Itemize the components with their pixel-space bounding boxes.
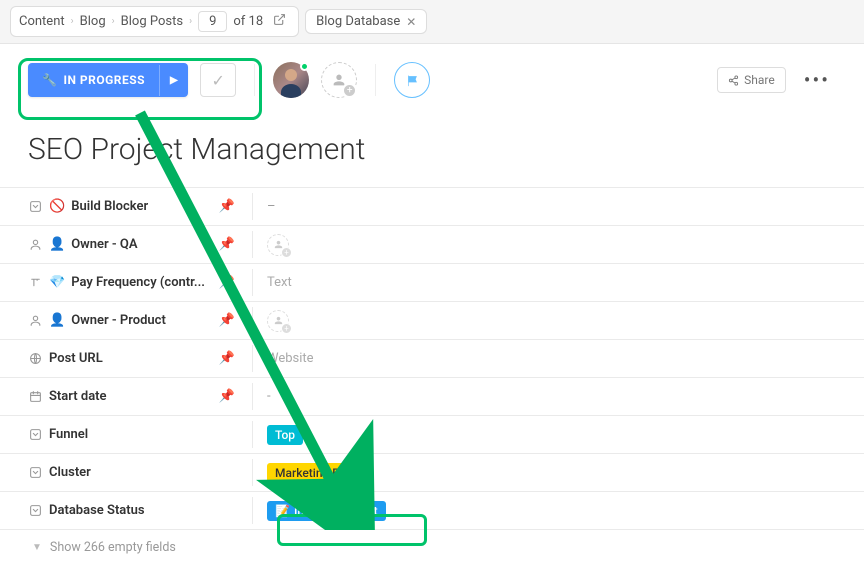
person-type-icon	[28, 313, 43, 328]
page-title[interactable]: SEO Project Management	[0, 108, 864, 187]
badge-emoji-icon: 📝	[275, 504, 290, 518]
field-emoji-icon: 💎	[49, 275, 65, 290]
field-emoji-icon: 🚫	[49, 199, 65, 214]
badge-label: Marketing PM	[275, 466, 350, 480]
status-badge[interactable]: Marketing PM	[267, 463, 358, 483]
field-value[interactable]: Text	[253, 269, 864, 296]
chevron-right-icon: ›	[112, 16, 115, 27]
pin-icon[interactable]: 📌	[218, 275, 242, 290]
field-value[interactable]: 📝 In Development	[253, 495, 864, 527]
show-empty-fields-button[interactable]: ▼ Show 266 empty fields	[0, 530, 864, 565]
field-label[interactable]: 🚫 Build Blocker 📌	[0, 193, 253, 220]
share-button[interactable]: Share	[717, 67, 786, 93]
chevron-down-icon: ▼	[32, 542, 42, 553]
priority-flag-button[interactable]	[394, 62, 430, 98]
fields-list: 🚫Build Blocker📌–👤Owner - QA📌+💎Pay Freque…	[0, 187, 864, 530]
pin-icon[interactable]: 📌	[218, 313, 242, 328]
close-icon[interactable]: ✕	[406, 15, 416, 29]
dropdown-type-icon	[28, 465, 43, 480]
pin-icon[interactable]: 📌	[218, 199, 242, 214]
field-row: Database Status 📝 In Development	[0, 492, 864, 530]
field-row: Funnel Top	[0, 416, 864, 454]
breadcrumb-item[interactable]: Blog Posts	[121, 14, 183, 29]
breadcrumb-item[interactable]: Content	[19, 14, 65, 29]
url-type-icon	[28, 351, 43, 366]
tag-label: Blog Database	[316, 14, 400, 29]
field-emoji-icon: 👤	[49, 237, 65, 252]
open-new-icon[interactable]	[269, 13, 290, 30]
field-name: Database Status	[49, 503, 212, 518]
field-name: Cluster	[49, 465, 212, 480]
dropdown-type-icon	[28, 199, 43, 214]
status-badge[interactable]: Top	[267, 425, 303, 445]
field-value[interactable]: +	[253, 304, 864, 338]
field-label[interactable]: Start date 📌	[0, 383, 253, 410]
field-value[interactable]: -	[253, 383, 864, 410]
field-row: 👤 Owner - QA 📌 +	[0, 226, 864, 264]
pin-icon[interactable]: 📌	[218, 389, 242, 404]
chevron-right-icon[interactable]: ▶	[159, 65, 188, 96]
person-type-icon	[28, 237, 43, 252]
assignee-avatar[interactable]	[273, 62, 309, 98]
breadcrumb-of-total: of 18	[233, 14, 263, 29]
divider	[375, 64, 376, 96]
badge-label: Top	[275, 428, 295, 442]
status-label: IN PROGRESS	[63, 73, 145, 87]
pin-icon[interactable]: 📌	[218, 351, 242, 366]
breadcrumb-bar: Content › Blog › Blog Posts › 9 of 18 Bl…	[0, 0, 864, 44]
tool-icon: 🔧	[42, 73, 57, 87]
show-empty-label: Show 266 empty fields	[50, 540, 176, 555]
field-name: Owner - Product	[71, 313, 212, 328]
date-type-icon	[28, 389, 43, 404]
field-name: Funnel	[49, 427, 212, 442]
share-label: Share	[744, 73, 775, 87]
field-row: 👤 Owner - Product 📌 +	[0, 302, 864, 340]
chevron-right-icon: ›	[71, 16, 74, 27]
toolbar: 🔧 IN PROGRESS ▶ ✓ + Share •••	[0, 44, 864, 108]
field-name: Owner - QA	[71, 237, 212, 252]
field-row: Post URL 📌 Website	[0, 340, 864, 378]
field-emoji-icon: 👤	[49, 313, 65, 328]
status-badge[interactable]: 📝 In Development	[267, 501, 386, 521]
field-name: Build Blocker	[71, 199, 212, 214]
badge-label: In Development	[294, 504, 378, 518]
dropdown-type-icon	[28, 503, 43, 518]
field-value[interactable]: Marketing PM	[253, 457, 864, 489]
field-label[interactable]: 👤 Owner - Product 📌	[0, 307, 253, 334]
breadcrumb[interactable]: Content › Blog › Blog Posts › 9 of 18	[10, 6, 299, 37]
online-dot-icon	[300, 62, 309, 71]
pin-icon[interactable]: 📌	[218, 237, 242, 252]
field-row: Start date 📌-	[0, 378, 864, 416]
add-person-icon[interactable]: +	[267, 310, 289, 332]
field-label[interactable]: 👤 Owner - QA 📌	[0, 231, 253, 258]
field-value[interactable]: Website	[253, 345, 864, 372]
field-label[interactable]: 💎 Pay Frequency (contr... 📌	[0, 269, 253, 296]
complete-button[interactable]: ✓	[200, 63, 236, 97]
field-value[interactable]: +	[253, 228, 864, 262]
breadcrumb-item[interactable]: Blog	[80, 14, 106, 29]
field-row: 🚫 Build Blocker 📌–	[0, 188, 864, 226]
status-button[interactable]: 🔧 IN PROGRESS ▶	[28, 63, 188, 97]
field-label[interactable]: Database Status	[0, 497, 253, 524]
field-value[interactable]: Top	[253, 419, 864, 451]
text-type-icon	[28, 275, 43, 290]
field-name: Start date	[49, 389, 212, 404]
add-person-icon[interactable]: +	[267, 234, 289, 256]
more-menu-button[interactable]: •••	[798, 70, 836, 90]
add-assignee-button[interactable]: +	[321, 62, 357, 98]
breadcrumb-page-number[interactable]: 9	[198, 11, 227, 32]
field-name: Pay Frequency (contr...	[71, 275, 212, 290]
field-row: 💎 Pay Frequency (contr... 📌 Text	[0, 264, 864, 302]
dropdown-type-icon	[28, 427, 43, 442]
field-label[interactable]: Cluster	[0, 459, 253, 486]
divider	[254, 64, 255, 96]
field-value[interactable]: –	[253, 193, 864, 220]
field-label[interactable]: Funnel	[0, 421, 253, 448]
tag-pill[interactable]: Blog Database ✕	[305, 9, 427, 34]
field-row: Cluster Marketing PM	[0, 454, 864, 492]
chevron-right-icon: ›	[189, 16, 192, 27]
field-label[interactable]: Post URL 📌	[0, 345, 253, 372]
plus-icon: +	[342, 83, 357, 98]
field-name: Post URL	[49, 351, 212, 366]
